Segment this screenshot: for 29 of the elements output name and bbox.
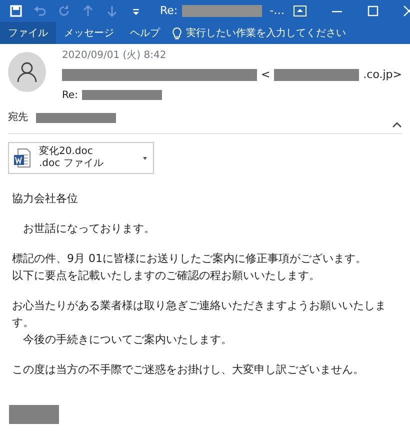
collapse-chevron-icon[interactable] [392, 120, 402, 128]
attachment-type: .doc ファイル [39, 158, 104, 170]
body-text-line: 標記の件、9月 01に皆様にお送りしたご案内に修正事項がございます。 [12, 250, 368, 266]
body-text-line: 協力会社各位 [12, 190, 79, 206]
save-icon[interactable] [8, 3, 24, 19]
avatar-icon [8, 52, 46, 92]
ribbon-display-icon[interactable] [292, 5, 307, 17]
email-domain: .co.jp> [363, 67, 402, 83]
tell-me-field[interactable]: 実行したい作業を入力してください [172, 26, 376, 40]
lightbulb-icon [172, 26, 182, 40]
maximize-icon[interactable] [366, 5, 379, 17]
body-text-line: 以下に要点を記載いたしますのご確認の程お願いいたします。 [12, 268, 321, 284]
menu-tab[interactable]: メッセージ [56, 22, 122, 44]
body-text-line: お心当たりがある業者様は取り急ぎご連絡いただきますようお願いいたしま [12, 298, 387, 314]
subject-prefix: Re: [62, 88, 78, 102]
body-text-line: 今後の手続きについてご案内いたします。 [22, 332, 233, 348]
attachment-name: 変化20.doc [39, 146, 94, 158]
menu-tab[interactable]: ヘルプ [122, 22, 168, 44]
to-label: 宛先 [8, 110, 28, 125]
menu-tab[interactable]: ファイル [0, 22, 56, 44]
attachment-chip[interactable]: 変化20.doc .doc ファイル [8, 142, 154, 174]
body-text-line: お世話になっております。 [22, 220, 156, 236]
message-date: 2020/09/01 (火) 8:42 [62, 48, 168, 63]
word-document-icon [13, 148, 31, 168]
window-title: -… [270, 2, 285, 19]
body-text-line: この度は当方の不手際でご迷惑をお掛けし、大変申し訳ございません。 [12, 362, 365, 378]
email-bracket: < [260, 67, 270, 83]
body-text-line: す。 [12, 314, 35, 330]
window-title: Re: [160, 2, 178, 19]
